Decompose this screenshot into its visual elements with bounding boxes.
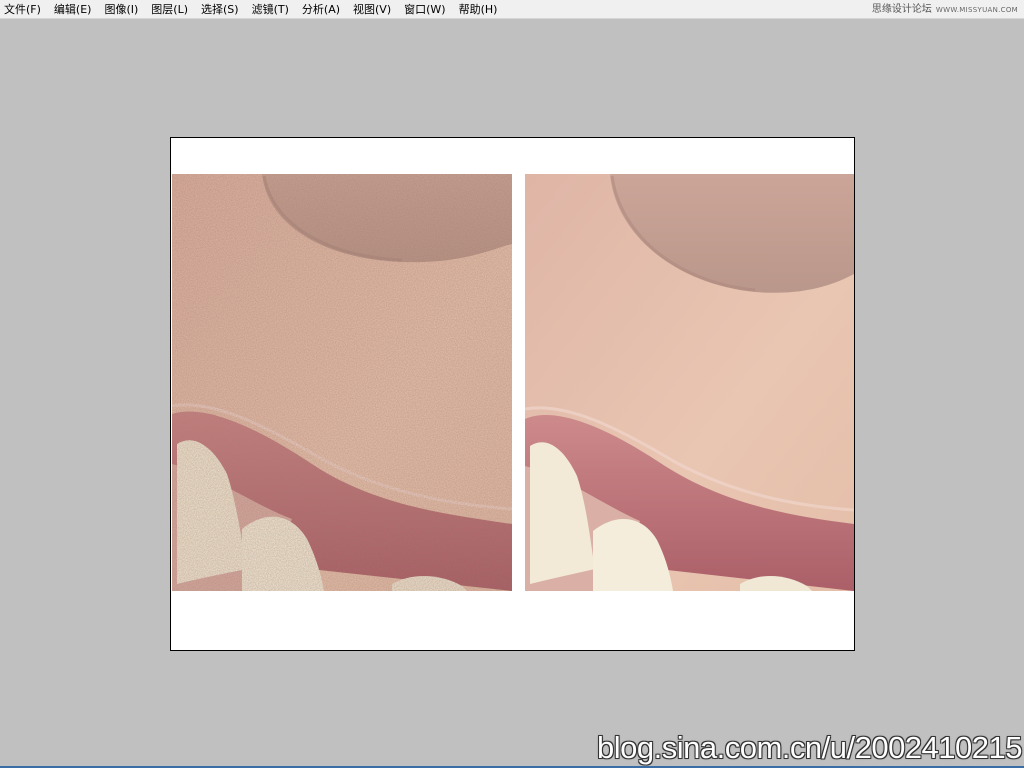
site-name: 思缘设计论坛 [871,4,932,15]
menu-items: 文件(F) 编辑(E) 图像(I) 图层(L) 选择(S) 滤镜(T) 分析(A… [4,0,510,19]
menu-edit[interactable]: 编辑(E) [54,0,92,19]
lip-closeup-retouched-image [525,174,854,591]
menu-select[interactable]: 选择(S) [201,0,239,19]
menu-image[interactable]: 图像(I) [104,0,138,19]
document-canvas[interactable] [170,137,855,651]
menu-filter[interactable]: 滤镜(T) [252,0,289,19]
after-photo [525,174,854,591]
lip-closeup-image [172,174,512,591]
menu-window[interactable]: 窗口(W) [404,0,445,19]
menu-bar: 文件(F) 编辑(E) 图像(I) 图层(L) 选择(S) 滤镜(T) 分析(A… [0,0,1024,19]
menu-help[interactable]: 帮助(H) [459,0,498,19]
site-credit: 思缘设计论坛 WWW.MISSYUAN.COM [872,0,1018,19]
blog-watermark: blog.sina.com.cn/u/2002410215 [597,730,1023,765]
menu-view[interactable]: 视图(V) [353,0,391,19]
site-url: WWW.MISSYUAN.COM [935,6,1018,14]
menu-analysis[interactable]: 分析(A) [302,0,340,19]
menu-layer[interactable]: 图层(L) [151,0,188,19]
menu-file[interactable]: 文件(F) [4,0,41,19]
before-photo [172,174,512,591]
